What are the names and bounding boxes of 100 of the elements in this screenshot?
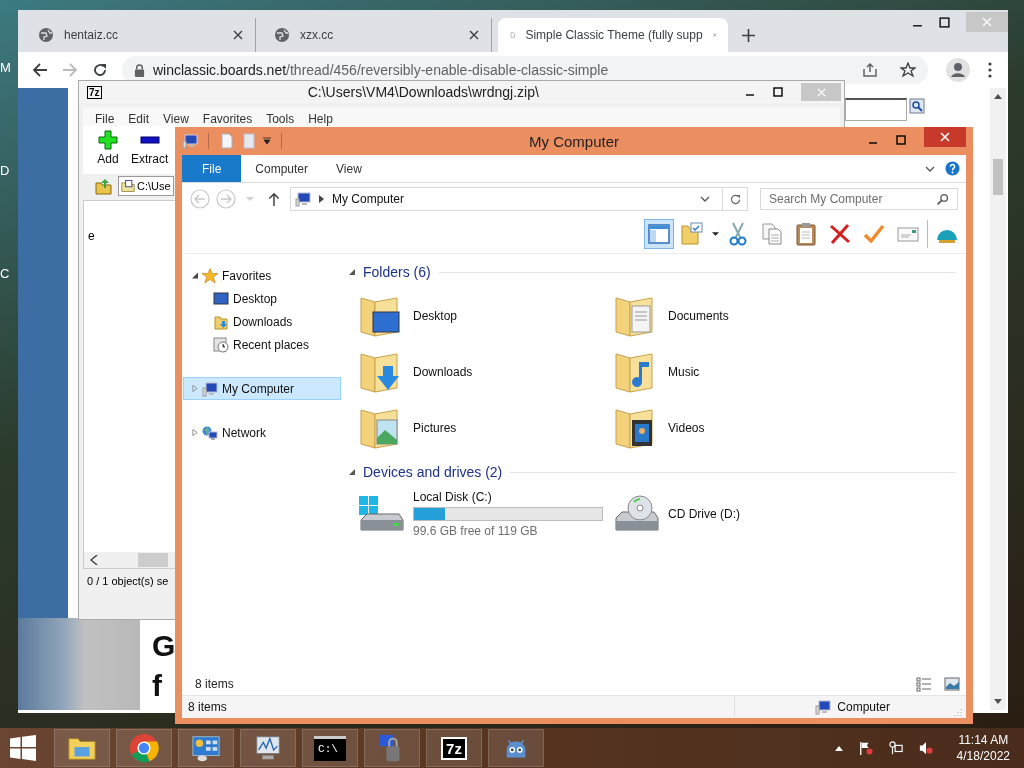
url-text: winclassic.boards.net/thread/456/reversibly-enable-disable-classic-simple bbox=[153, 62, 609, 78]
close-icon[interactable] bbox=[233, 30, 243, 40]
copy-icon bbox=[760, 222, 784, 246]
star-icon[interactable] bbox=[900, 62, 916, 78]
plus-icon[interactable] bbox=[742, 29, 755, 42]
group-header[interactable]: Folders (6) bbox=[363, 264, 431, 280]
computer-icon bbox=[815, 699, 832, 715]
nav-item[interactable]: Desktop bbox=[183, 287, 341, 310]
folder-name[interactable]: Music bbox=[668, 365, 700, 379]
maximize-icon[interactable] bbox=[896, 135, 906, 145]
window-title: C:\Users\VM4\Downloads\wrdngj.zip\ bbox=[306, 84, 540, 100]
nav-item[interactable]: My Computer bbox=[183, 377, 341, 400]
taskbar-button[interactable] bbox=[178, 729, 234, 767]
status-text: 8 items bbox=[188, 700, 227, 714]
window-title: My Computer bbox=[528, 132, 620, 150]
tab-title: xzx.cc bbox=[300, 28, 335, 42]
expanded-arrow-icon[interactable] bbox=[349, 269, 355, 275]
taskbar-button[interactable]: C:\ bbox=[302, 729, 358, 767]
clock[interactable]: 11:14 AM 4/18/2022 bbox=[956, 732, 1010, 764]
ribbon-tab[interactable]: File bbox=[182, 155, 242, 182]
profile-avatar-icon[interactable] bbox=[946, 58, 970, 82]
magnifier-page-icon[interactable] bbox=[909, 98, 925, 114]
chevron-down-icon[interactable] bbox=[700, 196, 710, 202]
back-arrow-icon[interactable] bbox=[32, 62, 48, 78]
globe-icon bbox=[38, 27, 54, 43]
toolbar-button[interactable]: Extract bbox=[131, 130, 169, 172]
nav-item[interactable]: Recent places bbox=[183, 333, 341, 356]
horizontal-scrollbar[interactable] bbox=[84, 552, 178, 568]
browser-tab[interactable]: Simple Classic Theme (fully supp bbox=[498, 18, 728, 52]
chevron-down-icon[interactable] bbox=[925, 165, 935, 172]
drive-name[interactable]: Local Disk (C:) bbox=[413, 490, 603, 504]
folder-name[interactable]: Videos bbox=[668, 421, 705, 435]
expanded-arrow-icon[interactable] bbox=[192, 272, 198, 279]
nav-item[interactable]: Favorites bbox=[183, 264, 341, 287]
menu-item[interactable]: Tools bbox=[266, 112, 295, 126]
nav-item[interactable]: Network bbox=[183, 421, 341, 444]
scroll-thumb[interactable] bbox=[138, 553, 168, 567]
menu-item[interactable]: Favorites bbox=[202, 112, 253, 126]
network-icon[interactable] bbox=[888, 741, 903, 755]
computer-icon bbox=[295, 191, 311, 207]
ribbon-tab[interactable]: View bbox=[322, 155, 376, 182]
flag-error-icon[interactable] bbox=[858, 741, 873, 755]
folder-name[interactable]: Documents bbox=[668, 309, 729, 323]
details-view-icon[interactable] bbox=[916, 676, 932, 692]
folder-name[interactable]: Desktop bbox=[413, 309, 458, 323]
menu-item[interactable]: Help bbox=[308, 112, 333, 126]
caret-icon[interactable] bbox=[712, 232, 719, 236]
up-arrow-icon[interactable] bbox=[268, 191, 280, 207]
resize-grip-icon[interactable] bbox=[954, 708, 962, 716]
caret-icon[interactable] bbox=[263, 137, 271, 145]
folder-up-icon[interactable] bbox=[95, 177, 113, 195]
maximize-icon[interactable] bbox=[939, 17, 950, 28]
drive-name[interactable]: CD Drive (D:) bbox=[668, 507, 740, 521]
close-button[interactable] bbox=[924, 127, 966, 147]
taskbar-button[interactable]: 7z bbox=[426, 729, 482, 767]
tab-title: Simple Classic Theme (fully supp bbox=[525, 28, 703, 42]
menu-item[interactable]: View bbox=[163, 112, 189, 126]
desktop-icon-label: D bbox=[0, 163, 10, 178]
start-button[interactable] bbox=[10, 735, 36, 761]
reload-icon[interactable] bbox=[92, 62, 108, 78]
list-text: e bbox=[88, 229, 95, 243]
scroll-down-arrow-icon[interactable] bbox=[994, 699, 1002, 704]
path-field[interactable]: C:\Use bbox=[118, 176, 174, 196]
large-icons-view-icon[interactable] bbox=[944, 676, 960, 692]
taskbar-button[interactable] bbox=[240, 729, 296, 767]
toolbar-button[interactable]: Add bbox=[97, 130, 119, 172]
page-input-field[interactable] bbox=[845, 98, 907, 121]
scroll-up-arrow-icon[interactable] bbox=[994, 94, 1002, 99]
help-icon[interactable] bbox=[945, 161, 960, 176]
star-icon bbox=[202, 267, 218, 284]
folder-name[interactable]: Downloads bbox=[413, 365, 473, 379]
menu-item[interactable]: File bbox=[95, 112, 115, 126]
breadcrumb-arrow-icon[interactable] bbox=[319, 195, 324, 203]
delete-icon bbox=[828, 222, 852, 246]
search-field[interactable]: Search My Computer bbox=[760, 188, 958, 210]
taskbar-button[interactable] bbox=[116, 729, 172, 767]
menu-item[interactable]: Edit bbox=[128, 112, 150, 126]
folder-name[interactable]: Pictures bbox=[413, 421, 457, 435]
refresh-icon bbox=[728, 192, 742, 206]
archive-icon bbox=[121, 179, 135, 193]
nav-item[interactable]: Downloads bbox=[183, 310, 341, 333]
speaker-muted-icon[interactable] bbox=[918, 741, 933, 755]
close-icon[interactable] bbox=[469, 30, 479, 40]
ribbon-tab[interactable]: Computer bbox=[241, 155, 323, 182]
expanded-arrow-icon[interactable] bbox=[349, 469, 355, 475]
share-icon[interactable] bbox=[862, 62, 878, 78]
menu-icon[interactable] bbox=[988, 62, 992, 78]
show-hidden-icons-icon[interactable] bbox=[834, 745, 843, 751]
preview-pane-icon bbox=[647, 222, 671, 246]
taskbar-button[interactable] bbox=[54, 729, 110, 767]
scroll-thumb[interactable] bbox=[993, 159, 1003, 195]
taskbar-button[interactable] bbox=[488, 729, 544, 767]
vertical-scrollbar[interactable] bbox=[990, 88, 1006, 710]
toolbar-button[interactable] bbox=[644, 219, 674, 249]
address-field[interactable]: My Computer bbox=[290, 187, 748, 211]
close-icon bbox=[982, 17, 992, 27]
maximize-icon[interactable] bbox=[773, 87, 783, 97]
group-header[interactable]: Devices and drives (2) bbox=[363, 464, 503, 480]
close-icon bbox=[940, 132, 950, 142]
computer-icon[interactable] bbox=[182, 133, 198, 149]
